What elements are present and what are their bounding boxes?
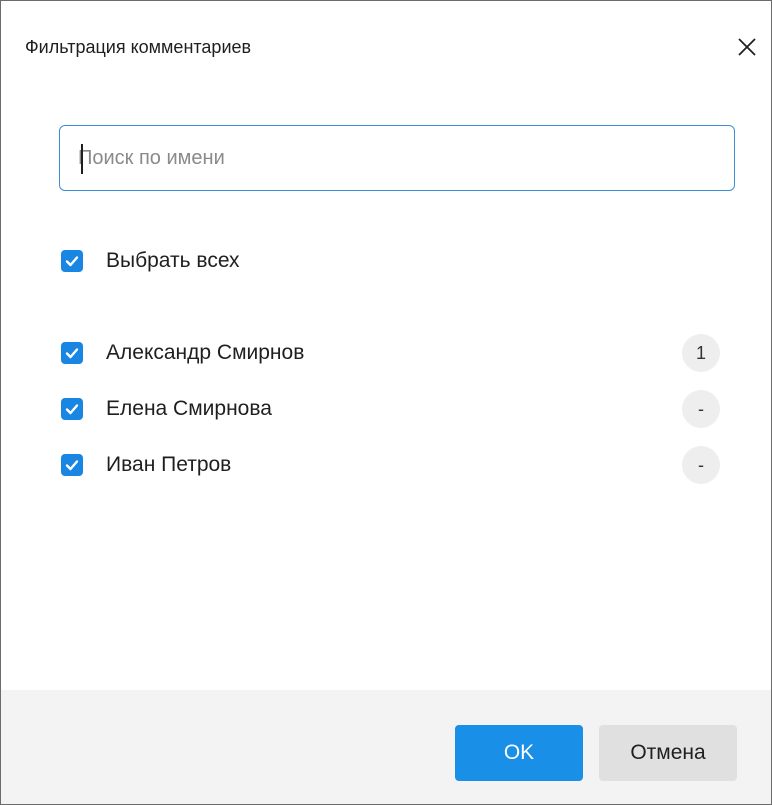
comment-count-badge: - bbox=[682, 446, 720, 484]
user-checkbox[interactable] bbox=[61, 342, 83, 364]
user-row-elena-smirnova[interactable]: Елена Смирнова bbox=[61, 393, 272, 425]
search-field[interactable] bbox=[59, 125, 735, 191]
select-all-row[interactable]: Выбрать всех bbox=[61, 245, 240, 277]
select-all-label: Выбрать всех bbox=[106, 249, 240, 272]
user-checkbox[interactable] bbox=[61, 454, 83, 476]
user-row-ivan-petrov[interactable]: Иван Петров bbox=[61, 449, 231, 481]
search-input[interactable] bbox=[78, 126, 718, 190]
ok-button[interactable]: OK bbox=[455, 725, 583, 781]
text-caret bbox=[81, 144, 83, 174]
dialog-footer: OK Отмена bbox=[1, 690, 771, 804]
select-all-checkbox[interactable] bbox=[61, 250, 83, 272]
comment-count-badge: - bbox=[682, 390, 720, 428]
filter-comments-dialog: Фильтрация комментариев Выбрать всех Але… bbox=[0, 0, 772, 805]
dialog-titlebar: Фильтрация комментариев bbox=[1, 1, 771, 91]
close-icon bbox=[738, 38, 756, 56]
checkmark-icon bbox=[65, 460, 79, 471]
cancel-button[interactable]: Отмена bbox=[599, 725, 737, 781]
close-button[interactable] bbox=[729, 29, 765, 65]
comment-count-badge: 1 bbox=[682, 334, 720, 372]
user-name: Александр Смирнов bbox=[106, 341, 305, 364]
user-name: Елена Смирнова bbox=[106, 397, 272, 420]
user-checkbox[interactable] bbox=[61, 398, 83, 420]
user-row-aleksandr-smirnov[interactable]: Александр Смирнов bbox=[61, 337, 304, 369]
checkmark-icon bbox=[65, 404, 79, 415]
checkmark-icon bbox=[65, 256, 79, 267]
dialog-title: Фильтрация комментариев bbox=[25, 37, 252, 57]
user-name: Иван Петров bbox=[106, 453, 232, 476]
checkmark-icon bbox=[65, 348, 79, 359]
